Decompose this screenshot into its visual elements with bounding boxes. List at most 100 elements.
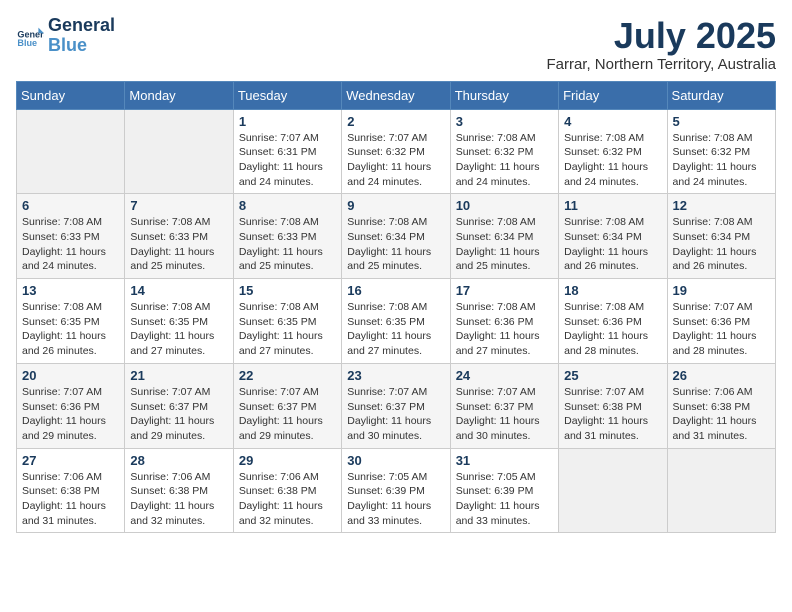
calendar-cell: 13 Sunrise: 7:08 AM Sunset: 6:35 PM Dayli… <box>17 279 125 364</box>
calendar-cell: 28 Sunrise: 7:06 AM Sunset: 6:38 PM Dayli… <box>125 448 233 533</box>
calendar-cell: 26Sunrise: 7:06 AM Sunset: 6:38 PM Dayli… <box>667 363 775 448</box>
day-info: Sunrise: 7:08 AM Sunset: 6:34 PM Dayligh… <box>673 215 770 274</box>
calendar-cell: 17Sunrise: 7:08 AM Sunset: 6:36 PM Dayli… <box>450 279 558 364</box>
day-info: Sunrise: 7:08 AM Sunset: 6:32 PM Dayligh… <box>564 131 661 190</box>
day-info: Sunrise: 7:08 AM Sunset: 6:32 PM Dayligh… <box>673 131 770 190</box>
weekday-header-wednesday: Wednesday <box>342 81 450 109</box>
day-info: Sunrise: 7:07 AM Sunset: 6:37 PM Dayligh… <box>456 385 553 444</box>
calendar-cell <box>667 448 775 533</box>
weekday-header-row: SundayMondayTuesdayWednesdayThursdayFrid… <box>17 81 776 109</box>
calendar-cell: 15 Sunrise: 7:08 AM Sunset: 6:35 PM Dayli… <box>233 279 341 364</box>
day-number: 6 <box>22 198 119 213</box>
day-info: Sunrise: 7:08 AM Sunset: 6:35 PM Dayligh… <box>130 300 227 359</box>
day-number: 27 <box>22 453 119 468</box>
day-number: 26 <box>673 368 770 383</box>
page-header: General Blue General Blue July 2025 Farr… <box>16 16 776 73</box>
day-number: 15 <box>239 283 336 298</box>
day-number: 1 <box>239 114 336 129</box>
day-info: Sunrise: 7:05 AM Sunset: 6:39 PM Dayligh… <box>347 470 444 529</box>
calendar-week-1: 1 Sunrise: 7:07 AM Sunset: 6:31 PM Daylig… <box>17 109 776 194</box>
day-number: 28 <box>130 453 227 468</box>
location: Farrar, Northern Territory, Australia <box>546 56 776 73</box>
calendar-cell: 25Sunrise: 7:07 AM Sunset: 6:38 PM Dayli… <box>559 363 667 448</box>
day-info: Sunrise: 7:08 AM Sunset: 6:32 PM Dayligh… <box>456 131 553 190</box>
day-number: 21 <box>130 368 227 383</box>
calendar-cell: 20Sunrise: 7:07 AM Sunset: 6:36 PM Dayli… <box>17 363 125 448</box>
day-number: 17 <box>456 283 553 298</box>
calendar-cell: 27 Sunrise: 7:06 AM Sunset: 6:38 PM Dayli… <box>17 448 125 533</box>
day-info: Sunrise: 7:08 AM Sunset: 6:35 PM Dayligh… <box>22 300 119 359</box>
title-block: July 2025 Farrar, Northern Territory, Au… <box>546 16 776 73</box>
logo: General Blue General Blue <box>16 16 115 56</box>
calendar-cell: 7 Sunrise: 7:08 AM Sunset: 6:33 PM Daylig… <box>125 194 233 279</box>
day-number: 30 <box>347 453 444 468</box>
day-number: 23 <box>347 368 444 383</box>
day-number: 7 <box>130 198 227 213</box>
calendar-week-3: 13 Sunrise: 7:08 AM Sunset: 6:35 PM Dayli… <box>17 279 776 364</box>
calendar-cell: 16 Sunrise: 7:08 AM Sunset: 6:35 PM Dayli… <box>342 279 450 364</box>
calendar-week-2: 6 Sunrise: 7:08 AM Sunset: 6:33 PM Daylig… <box>17 194 776 279</box>
day-info: Sunrise: 7:08 AM Sunset: 6:35 PM Dayligh… <box>347 300 444 359</box>
calendar-cell: 12 Sunrise: 7:08 AM Sunset: 6:34 PM Dayli… <box>667 194 775 279</box>
day-number: 29 <box>239 453 336 468</box>
day-number: 2 <box>347 114 444 129</box>
weekday-header-sunday: Sunday <box>17 81 125 109</box>
day-info: Sunrise: 7:06 AM Sunset: 6:38 PM Dayligh… <box>130 470 227 529</box>
calendar-cell: 4 Sunrise: 7:08 AM Sunset: 6:32 PM Daylig… <box>559 109 667 194</box>
day-info: Sunrise: 7:07 AM Sunset: 6:32 PM Dayligh… <box>347 131 444 190</box>
calendar-cell: 24 Sunrise: 7:07 AM Sunset: 6:37 PM Dayli… <box>450 363 558 448</box>
calendar-cell <box>125 109 233 194</box>
day-number: 16 <box>347 283 444 298</box>
day-number: 11 <box>564 198 661 213</box>
day-info: Sunrise: 7:07 AM Sunset: 6:37 PM Dayligh… <box>239 385 336 444</box>
month-year: July 2025 <box>546 16 776 56</box>
day-info: Sunrise: 7:07 AM Sunset: 6:37 PM Dayligh… <box>130 385 227 444</box>
day-number: 4 <box>564 114 661 129</box>
calendar-cell: 29 Sunrise: 7:06 AM Sunset: 6:38 PM Dayli… <box>233 448 341 533</box>
calendar-cell <box>559 448 667 533</box>
day-info: Sunrise: 7:08 AM Sunset: 6:33 PM Dayligh… <box>130 215 227 274</box>
calendar-cell: 5 Sunrise: 7:08 AM Sunset: 6:32 PM Daylig… <box>667 109 775 194</box>
calendar-cell: 14Sunrise: 7:08 AM Sunset: 6:35 PM Dayli… <box>125 279 233 364</box>
calendar-cell: 1 Sunrise: 7:07 AM Sunset: 6:31 PM Daylig… <box>233 109 341 194</box>
logo-line2: Blue <box>48 35 87 55</box>
day-info: Sunrise: 7:07 AM Sunset: 6:31 PM Dayligh… <box>239 131 336 190</box>
day-info: Sunrise: 7:06 AM Sunset: 6:38 PM Dayligh… <box>239 470 336 529</box>
weekday-header-friday: Friday <box>559 81 667 109</box>
weekday-header-thursday: Thursday <box>450 81 558 109</box>
calendar-cell: 11 Sunrise: 7:08 AM Sunset: 6:34 PM Dayli… <box>559 194 667 279</box>
day-number: 31 <box>456 453 553 468</box>
calendar-cell: 19 Sunrise: 7:07 AM Sunset: 6:36 PM Dayli… <box>667 279 775 364</box>
calendar-cell: 2 Sunrise: 7:07 AM Sunset: 6:32 PM Daylig… <box>342 109 450 194</box>
calendar-cell: 10Sunrise: 7:08 AM Sunset: 6:34 PM Dayli… <box>450 194 558 279</box>
calendar-cell: 9Sunrise: 7:08 AM Sunset: 6:34 PM Daylig… <box>342 194 450 279</box>
day-info: Sunrise: 7:08 AM Sunset: 6:36 PM Dayligh… <box>564 300 661 359</box>
day-info: Sunrise: 7:07 AM Sunset: 6:37 PM Dayligh… <box>347 385 444 444</box>
calendar-cell: 23 Sunrise: 7:07 AM Sunset: 6:37 PM Dayli… <box>342 363 450 448</box>
day-number: 22 <box>239 368 336 383</box>
day-info: Sunrise: 7:07 AM Sunset: 6:38 PM Dayligh… <box>564 385 661 444</box>
svg-text:Blue: Blue <box>17 38 37 48</box>
day-number: 24 <box>456 368 553 383</box>
weekday-header-saturday: Saturday <box>667 81 775 109</box>
day-info: Sunrise: 7:07 AM Sunset: 6:36 PM Dayligh… <box>673 300 770 359</box>
day-number: 12 <box>673 198 770 213</box>
calendar-cell: 30 Sunrise: 7:05 AM Sunset: 6:39 PM Dayli… <box>342 448 450 533</box>
day-number: 19 <box>673 283 770 298</box>
calendar-cell: 3Sunrise: 7:08 AM Sunset: 6:32 PM Daylig… <box>450 109 558 194</box>
day-number: 8 <box>239 198 336 213</box>
day-info: Sunrise: 7:06 AM Sunset: 6:38 PM Dayligh… <box>22 470 119 529</box>
calendar-week-4: 20Sunrise: 7:07 AM Sunset: 6:36 PM Dayli… <box>17 363 776 448</box>
calendar-cell: 21 Sunrise: 7:07 AM Sunset: 6:37 PM Dayli… <box>125 363 233 448</box>
calendar-cell: 31 Sunrise: 7:05 AM Sunset: 6:39 PM Dayli… <box>450 448 558 533</box>
weekday-header-tuesday: Tuesday <box>233 81 341 109</box>
calendar-cell <box>17 109 125 194</box>
day-number: 13 <box>22 283 119 298</box>
day-info: Sunrise: 7:08 AM Sunset: 6:34 PM Dayligh… <box>347 215 444 274</box>
day-info: Sunrise: 7:08 AM Sunset: 6:33 PM Dayligh… <box>239 215 336 274</box>
day-info: Sunrise: 7:08 AM Sunset: 6:35 PM Dayligh… <box>239 300 336 359</box>
day-number: 5 <box>673 114 770 129</box>
day-info: Sunrise: 7:05 AM Sunset: 6:39 PM Dayligh… <box>456 470 553 529</box>
day-info: Sunrise: 7:08 AM Sunset: 6:34 PM Dayligh… <box>564 215 661 274</box>
logo-line1: General <box>48 15 115 35</box>
